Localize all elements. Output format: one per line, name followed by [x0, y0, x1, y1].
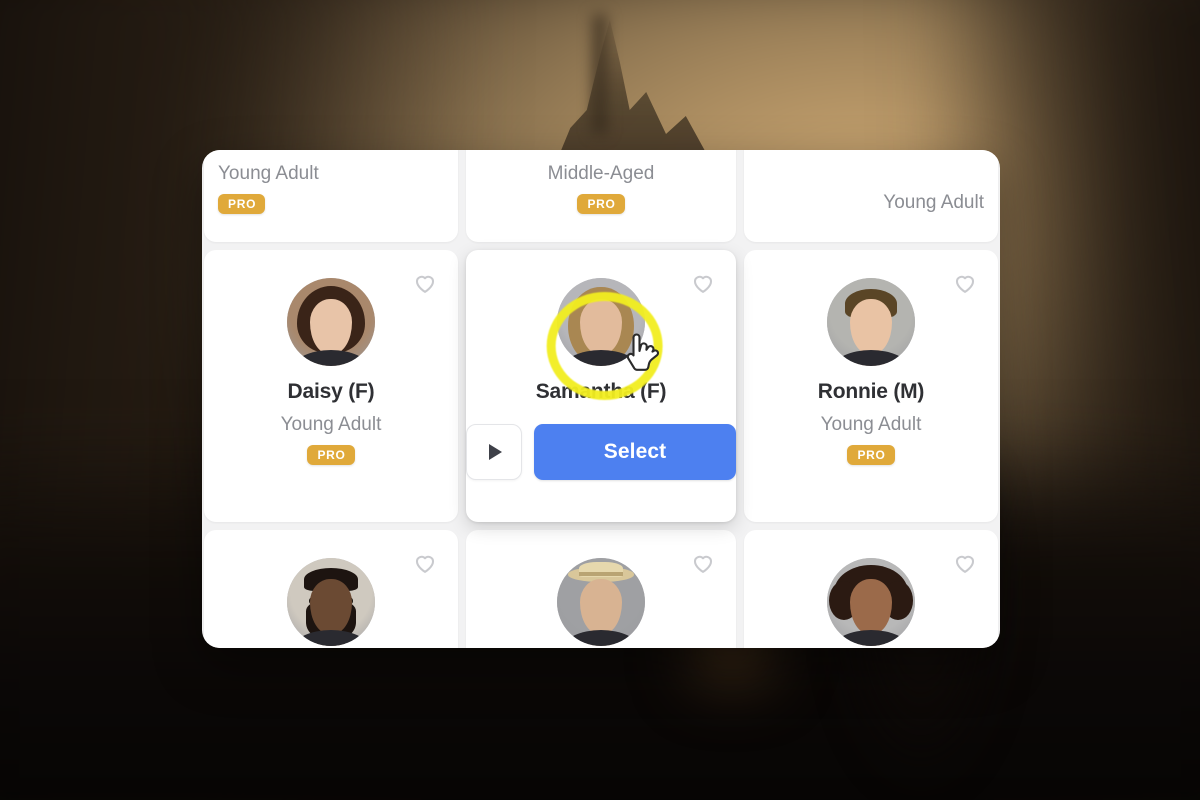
character-name: Daisy (F) — [287, 380, 375, 403]
character-card[interactable] — [204, 530, 458, 648]
favorite-heart-icon[interactable] — [690, 550, 716, 576]
pro-badge: PRO — [218, 194, 266, 214]
character-grid: Young Adult PRO Middle-Aged PRO Young Adult D… — [202, 150, 1000, 648]
play-triangle-icon — [489, 444, 502, 460]
character-name: Samantha (F) — [535, 380, 667, 403]
avatar-wrapper[interactable] — [557, 278, 645, 366]
pro-badge: PRO — [577, 194, 625, 214]
favorite-heart-icon[interactable] — [952, 550, 978, 576]
avatar[interactable] — [827, 278, 915, 366]
avatar[interactable] — [287, 278, 375, 366]
avatar-wrapper[interactable] — [557, 558, 645, 646]
character-card[interactable]: Middle-Aged PRO — [466, 150, 736, 242]
background-castle-spire — [592, 14, 607, 134]
character-card[interactable]: Ronnie (M) Young Adult PRO — [744, 250, 998, 522]
pro-badge: PRO — [847, 445, 895, 465]
avatar-wrapper[interactable] — [287, 558, 375, 646]
avatar[interactable] — [557, 278, 645, 366]
favorite-heart-icon[interactable] — [412, 270, 438, 296]
character-age-label: Middle-Aged — [547, 163, 655, 184]
avatar-wrapper[interactable] — [827, 558, 915, 646]
card-actions: Select — [466, 424, 736, 480]
character-card[interactable]: Young Adult PRO — [204, 150, 458, 242]
avatar[interactable] — [557, 558, 645, 646]
character-name: Ronnie (M) — [817, 380, 925, 403]
select-button[interactable]: Select — [534, 424, 736, 480]
avatar[interactable] — [827, 558, 915, 646]
pro-badge: PRO — [307, 445, 355, 465]
avatar-wrapper[interactable] — [287, 278, 375, 366]
character-age-label: Young Adult — [820, 414, 922, 435]
character-age-label: Young Adult — [280, 414, 382, 435]
avatar[interactable] — [287, 558, 375, 646]
character-age-label: Young Adult — [218, 163, 319, 184]
character-age-label: Young Adult — [883, 192, 984, 213]
favorite-heart-icon[interactable] — [690, 270, 716, 296]
favorite-heart-icon[interactable] — [952, 270, 978, 296]
avatar-wrapper[interactable] — [827, 278, 915, 366]
character-card-selected[interactable]: Samantha (F) Select — [466, 250, 736, 522]
character-card[interactable]: Daisy (F) Young Adult PRO — [204, 250, 458, 522]
character-card[interactable] — [466, 530, 736, 648]
favorite-heart-icon[interactable] — [412, 550, 438, 576]
character-card[interactable] — [744, 530, 998, 648]
play-preview-button[interactable] — [466, 424, 522, 480]
character-card[interactable]: Young Adult — [744, 150, 998, 242]
character-picker-panel: Young Adult PRO Middle-Aged PRO Young Adult D… — [202, 150, 1000, 648]
